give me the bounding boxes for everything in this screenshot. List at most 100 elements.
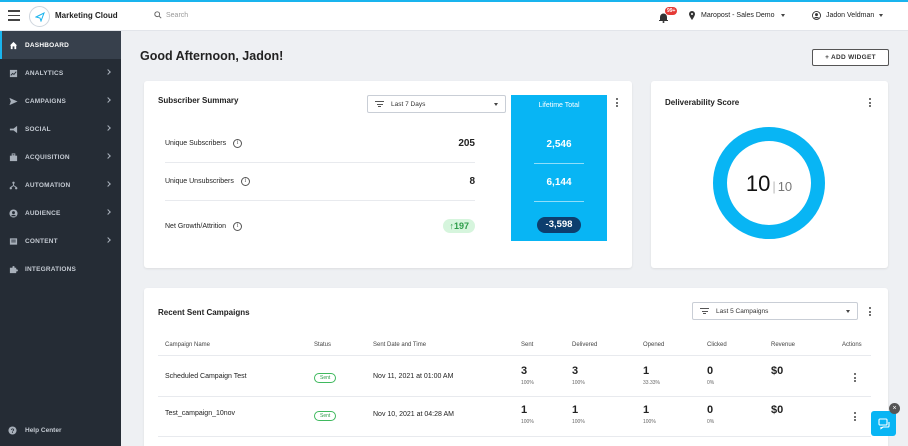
sidebar-item-analytics[interactable]: ANALYTICS <box>0 59 121 87</box>
sidebar-item-integrations[interactable]: INTEGRATIONS <box>0 255 121 283</box>
chevron-right-icon <box>105 181 111 187</box>
paper-plane-logo-icon[interactable] <box>29 6 50 27</box>
campaign-name-link[interactable]: Test_campaign_10nov <box>165 410 235 417</box>
metric-value: 8 <box>469 176 475 187</box>
sidebar-item-dashboard[interactable]: DASHBOARD <box>0 31 121 59</box>
score-separator: | <box>772 179 776 194</box>
column-header: Actions <box>842 342 862 348</box>
row-actions-icon[interactable] <box>854 373 857 384</box>
info-icon[interactable]: i <box>233 139 243 148</box>
hamburger-menu-icon[interactable] <box>8 10 20 22</box>
info-icon[interactable]: i <box>240 177 250 186</box>
campaign-range-dropdown[interactable]: Last 5 Campaigns <box>692 302 858 320</box>
delivered-percent: 100% <box>572 419 585 425</box>
sidebar-item-label: ACQUISITION <box>25 153 70 161</box>
megaphone-icon <box>9 125 18 133</box>
column-header[interactable]: Sent <box>521 342 533 348</box>
info-icon[interactable]: i <box>233 221 243 231</box>
user-name: Jadon Veldman <box>826 12 875 19</box>
metric-value: 205 <box>458 138 475 149</box>
row-actions-icon[interactable] <box>854 412 857 423</box>
clicked-count: 0 <box>707 365 714 377</box>
search-icon <box>154 11 162 19</box>
sidebar-item-label: INTEGRATIONS <box>25 265 77 273</box>
column-header[interactable]: Status <box>314 342 331 348</box>
page-title: Good Afternoon, Jadon! <box>140 49 284 63</box>
divider <box>158 436 871 437</box>
delivered-count: 1 <box>572 404 579 416</box>
filter-icon <box>700 307 709 315</box>
help-icon: ? <box>8 426 17 435</box>
content-icon <box>9 237 18 245</box>
opened-percent: 100% <box>643 419 656 425</box>
sidebar-item-label: CAMPAIGNS <box>25 97 67 105</box>
search-box[interactable]: Search <box>154 11 188 19</box>
lifetime-unsubscribers: 6,144 <box>546 177 572 188</box>
date-range-dropdown[interactable]: Last 7 Days <box>367 95 506 113</box>
opened-count: 1 <box>643 404 650 416</box>
chat-button[interactable] <box>871 411 896 436</box>
account-selector[interactable]: Maropost - Sales Demo <box>689 11 785 20</box>
search-input[interactable]: Search <box>166 12 188 19</box>
help-center-link[interactable]: ? Help Center <box>8 426 61 435</box>
clicked-count: 0 <box>707 404 714 416</box>
add-widget-button[interactable]: + ADD WIDGET <box>812 49 889 66</box>
lifetime-net: -3,598 <box>537 217 581 233</box>
sidebar-item-label: AUDIENCE <box>25 209 61 217</box>
score-value: 10 <box>745 171 771 196</box>
more-options-icon[interactable] <box>869 307 872 316</box>
sidebar-item-automation[interactable]: AUTOMATION <box>0 171 121 199</box>
revenue-value: $0 <box>771 404 784 416</box>
chevron-right-icon <box>105 69 111 75</box>
chat-icon <box>877 417 890 430</box>
sidebar-item-campaigns[interactable]: CAMPAIGNS <box>0 87 121 115</box>
metric-row-net-growth: Net Growth/Attrition i ↑197 <box>165 207 475 245</box>
more-options-icon[interactable] <box>869 98 872 107</box>
location-pin-icon <box>689 11 695 20</box>
automation-icon <box>9 181 18 189</box>
divider <box>158 355 871 356</box>
lifetime-header: Lifetime Total <box>538 102 580 109</box>
metric-label: Unique Unsubscribers <box>165 178 234 185</box>
chevron-right-icon <box>105 153 111 159</box>
send-icon <box>9 97 18 105</box>
column-header[interactable]: Revenue <box>771 342 795 348</box>
revenue-value: $0 <box>771 365 784 377</box>
chevron-right-icon <box>105 237 111 243</box>
sidebar-item-acquisition[interactable]: ACQUISITION <box>0 143 121 171</box>
chevron-down-icon <box>846 310 850 313</box>
status-badge: Sent <box>314 373 337 383</box>
clicked-percent: 0% <box>707 380 715 386</box>
sidebar: DASHBOARD ANALYTICS CAMPAIGNS SOCIAL ACQ… <box>0 31 121 446</box>
sidebar-item-social[interactable]: SOCIAL <box>0 115 121 143</box>
puzzle-icon <box>9 265 18 273</box>
sidebar-item-label: DASHBOARD <box>25 41 70 49</box>
column-header[interactable]: Sent Date and Time <box>373 342 426 348</box>
column-header[interactable]: Clicked <box>707 342 727 348</box>
chevron-right-icon <box>105 209 111 215</box>
home-icon <box>9 41 18 49</box>
sidebar-item-content[interactable]: CONTENT <box>0 227 121 255</box>
brand-name: Marketing Cloud <box>55 11 118 20</box>
notifications-button[interactable]: 99+ <box>659 7 679 24</box>
column-header[interactable]: Delivered <box>572 342 597 348</box>
sidebar-item-audience[interactable]: AUDIENCE <box>0 199 121 227</box>
help-center-label: Help Center <box>25 427 62 434</box>
column-header[interactable]: Opened <box>643 342 664 348</box>
chevron-down-icon <box>494 103 498 106</box>
chevron-down-icon <box>879 14 884 17</box>
campaign-name-link[interactable]: Scheduled Campaign Test <box>165 373 247 380</box>
sent-date: Nov 10, 2021 at 04:28 AM <box>373 411 454 418</box>
sent-count: 1 <box>521 404 528 416</box>
score-display: 10 | 10 <box>712 171 826 197</box>
sent-date: Nov 11, 2021 at 01:00 AM <box>373 373 454 380</box>
user-menu[interactable]: Jadon Veldman <box>812 11 884 20</box>
column-header[interactable]: Campaign Name <box>165 342 210 348</box>
delivered-count: 3 <box>572 365 579 377</box>
more-options-icon[interactable] <box>616 98 619 107</box>
sent-percent: 100% <box>521 380 534 386</box>
opened-percent: 33.33% <box>643 380 660 386</box>
svg-text:?: ? <box>11 428 15 435</box>
close-icon[interactable]: × <box>889 403 900 414</box>
chevron-right-icon <box>105 97 111 103</box>
